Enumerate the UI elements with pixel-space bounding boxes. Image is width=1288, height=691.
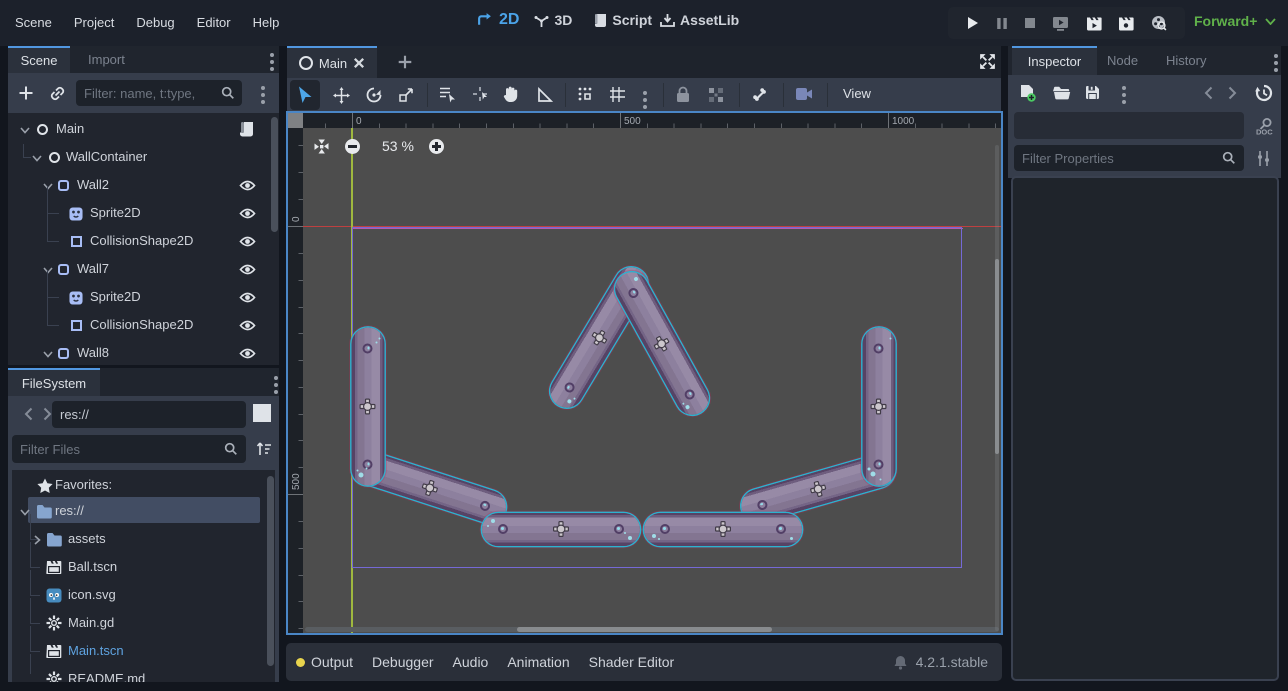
svg-text:1000: 1000 <box>892 116 915 127</box>
svg-text:DOC: DOC <box>1256 128 1273 137</box>
svg-text:0: 0 <box>356 116 362 127</box>
svg-text:500: 500 <box>624 116 641 127</box>
svg-text:0: 0 <box>291 216 302 222</box>
svg-text:500: 500 <box>291 473 302 490</box>
